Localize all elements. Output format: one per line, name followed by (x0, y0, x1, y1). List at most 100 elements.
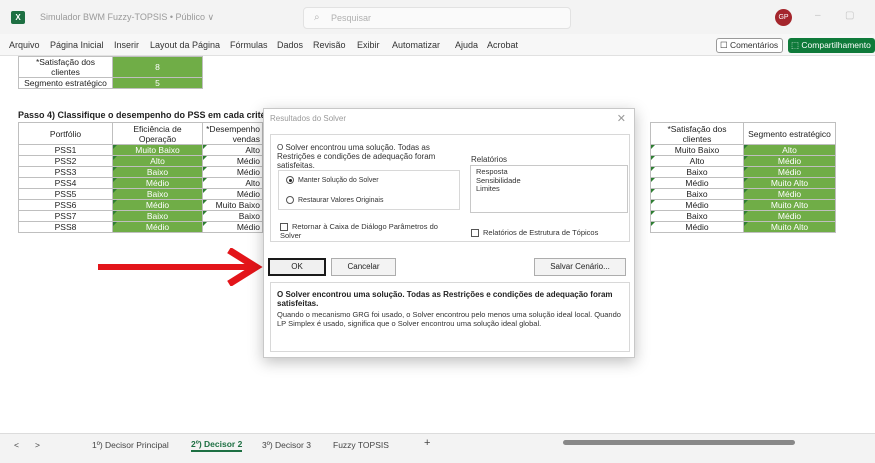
cell-eficiencia[interactable]: Baixo (112, 166, 203, 178)
checkbox-return-params[interactable]: Retornar à Caixa de Diálogo Parâmetros d… (280, 222, 460, 240)
cell-eficiencia[interactable]: Alto (112, 155, 203, 167)
save-scenario-button[interactable]: Salvar Cenário... (534, 258, 626, 276)
cell-pss[interactable]: PSS4 (18, 177, 113, 189)
cell-segmento[interactable]: Médio (743, 210, 836, 222)
search-input[interactable]: ⌕ Pesquisar (303, 7, 571, 29)
cell-segmento[interactable]: Médio (743, 188, 836, 200)
cell-eficiencia[interactable]: Baixo (112, 210, 203, 222)
dialog-options-panel: O Solver encontrou uma solução. Todas as… (270, 134, 630, 242)
solver-message: O Solver encontrou uma solução. Todas as… (277, 143, 436, 170)
menu-acrobat[interactable]: Acrobat (487, 40, 518, 50)
cell-pss[interactable]: PSS7 (18, 210, 113, 222)
cell-pss[interactable]: PSS1 (18, 144, 113, 156)
cell-label[interactable]: Segmento estratégico (18, 77, 113, 89)
menu-inserir[interactable]: Inserir (114, 40, 139, 50)
cell-desempenho[interactable]: Médio (202, 155, 263, 167)
cell-segmento[interactable]: Muito Alto (743, 221, 836, 233)
reports-listbox[interactable]: Resposta Sensibilidade Limites (470, 165, 628, 213)
cell-desempenho[interactable]: Alto (202, 144, 263, 156)
menu-automatizar[interactable]: Automatizar (392, 40, 440, 50)
cell-segmento[interactable]: Alto (743, 144, 836, 156)
cell-segmento[interactable]: Médio (743, 155, 836, 167)
header-desempenho[interactable]: *Desempenho vendas (202, 122, 263, 145)
cell-eficiencia[interactable]: Médio (112, 199, 203, 211)
cell-desempenho[interactable]: Médio (202, 188, 263, 200)
menu-pagina-inicial[interactable]: Página Inicial (50, 40, 104, 50)
share-button[interactable]: ⬚ Compartilhamento (788, 38, 875, 53)
ok-button[interactable]: OK (268, 258, 326, 276)
cell-eficiencia[interactable]: Baixo (112, 188, 203, 200)
tab-decisor-3[interactable]: 3º) Decisor 3 (262, 440, 311, 450)
header-segmento[interactable]: Segmento estratégico (743, 122, 836, 145)
document-title[interactable]: Simulador BWM Fuzzy-TOPSIS • Público ∨ (40, 12, 214, 23)
cell-segmento[interactable]: Médio (743, 166, 836, 178)
avatar[interactable]: GP (775, 9, 792, 26)
menu-exibir[interactable]: Exibir (357, 40, 380, 50)
cell-pss[interactable]: PSS6 (18, 199, 113, 211)
cell-satisfacao[interactable]: Baixo (650, 188, 744, 200)
report-item-limites[interactable]: Limites (476, 184, 622, 194)
checkbox-icon[interactable] (471, 229, 479, 238)
cell-satisfacao[interactable]: Médio (650, 221, 744, 233)
menu-revisao[interactable]: Revisão (313, 40, 346, 50)
cell-desempenho[interactable]: Baixo (202, 210, 263, 222)
tab-decisor-principal[interactable]: 1º) Decisor Principal (92, 440, 169, 450)
checkbox-icon[interactable] (280, 223, 288, 232)
header-satisfacao[interactable]: *Satisfação dos clientes (650, 122, 744, 145)
tab-nav-next[interactable]: > (35, 440, 40, 450)
close-icon[interactable]: ✕ (617, 112, 626, 125)
radio-keep-solution[interactable]: Manter Solução do Solver (286, 176, 379, 184)
cell-pss[interactable]: PSS8 (18, 221, 113, 233)
table-row: PSS7 Baixo Baixo (18, 210, 263, 222)
cell-satisfacao[interactable]: Médio (650, 199, 744, 211)
menu-dados[interactable]: Dados (277, 40, 303, 50)
horizontal-scrollbar[interactable] (560, 438, 860, 447)
menu-arquivo[interactable]: Arquivo (9, 40, 40, 50)
cell-pss[interactable]: PSS5 (18, 188, 113, 200)
cell-value[interactable]: 8 (112, 56, 203, 78)
cell-desempenho[interactable]: Alto (202, 177, 263, 189)
scrollbar-thumb[interactable] (563, 440, 795, 445)
table-row: Médio Muito Alto (650, 199, 836, 211)
cell-satisfacao[interactable]: Baixo (650, 166, 744, 178)
cell-satisfacao[interactable]: Médio (650, 177, 744, 189)
menu-ajuda[interactable]: Ajuda (455, 40, 478, 50)
header-portfolio[interactable]: Portfólio (18, 122, 113, 145)
cell-desempenho[interactable]: Médio (202, 221, 263, 233)
checkbox-outline-reports[interactable]: Relatórios de Estrutura de Tópicos (471, 228, 598, 238)
cell-value[interactable]: 5 (112, 77, 203, 89)
cell-segmento[interactable]: Muito Alto (743, 177, 836, 189)
radio-unselected-icon[interactable] (286, 196, 294, 204)
cell-satisfacao[interactable]: Baixo (650, 210, 744, 222)
tab-decisor-2[interactable]: 2º) Decisor 2 (191, 439, 243, 452)
restore-icon[interactable]: ▢ (845, 10, 854, 21)
radio-restore-values[interactable]: Restaurar Valores Originais (286, 196, 383, 204)
cancel-button[interactable]: Cancelar (331, 258, 396, 276)
tab-fuzzy-topsis[interactable]: Fuzzy TOPSIS (333, 440, 389, 450)
cell-segmento[interactable]: Muito Alto (743, 199, 836, 211)
table-row: Baixo Médio (650, 166, 836, 178)
table-row: PSS3 Baixo Médio (18, 166, 263, 178)
comments-button[interactable]: ☐ Comentários (716, 38, 783, 53)
cell-desempenho[interactable]: Médio (202, 166, 263, 178)
cell-satisfacao[interactable]: Muito Baixo (650, 144, 744, 156)
minimize-icon[interactable]: – (815, 10, 821, 21)
cell-pss[interactable]: PSS2 (18, 155, 113, 167)
dialog-description-panel: O Solver encontrou uma solução. Todas as… (270, 282, 630, 352)
table-row: PSS1 Muito Baixo Alto (18, 144, 263, 156)
cell-eficiencia[interactable]: Médio (112, 177, 203, 189)
menu-layout[interactable]: Layout da Página (150, 40, 220, 50)
cell-eficiencia[interactable]: Muito Baixo (112, 144, 203, 156)
solver-results-dialog: Resultados do Solver ✕ O Solver encontro… (263, 108, 635, 358)
cell-pss[interactable]: PSS3 (18, 166, 113, 178)
cell-label[interactable]: *Satisfação dos clientes (18, 56, 113, 78)
cell-satisfacao[interactable]: Alto (650, 155, 744, 167)
table-row: Médio Muito Alto (650, 177, 836, 189)
menu-formulas[interactable]: Fórmulas (230, 40, 268, 50)
tab-nav-prev[interactable]: < (14, 440, 19, 450)
add-sheet-button[interactable]: + (424, 437, 430, 449)
cell-desempenho[interactable]: Muito Baixo (202, 199, 263, 211)
radio-selected-icon[interactable] (286, 176, 294, 184)
cell-eficiencia[interactable]: Médio (112, 221, 203, 233)
header-eficiencia[interactable]: Eficiência de Operação (112, 122, 203, 145)
